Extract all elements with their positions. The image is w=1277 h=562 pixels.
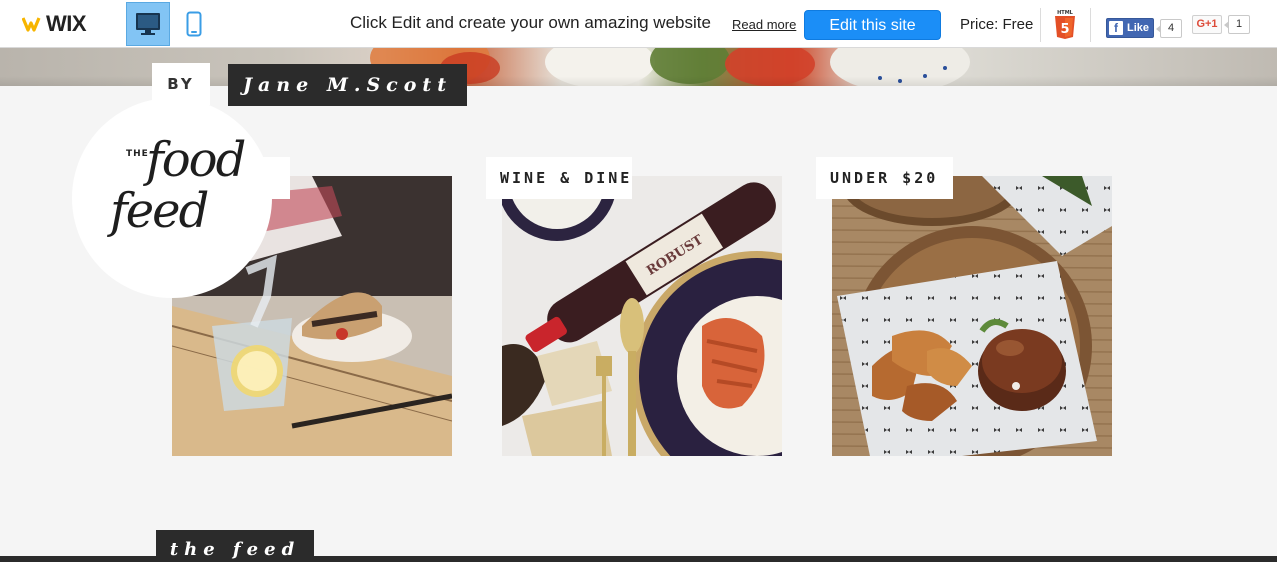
- food-feed-logo[interactable]: THE food feed: [72, 98, 272, 298]
- facebook-like-button[interactable]: f Like: [1106, 18, 1155, 38]
- wix-brand-text: WIX: [46, 11, 87, 36]
- svg-text:5: 5: [1060, 22, 1069, 37]
- logo-feed-text: feed: [110, 183, 209, 239]
- edit-this-site-button[interactable]: Edit this site: [804, 10, 941, 40]
- the-feed-heading[interactable]: the feed: [156, 530, 314, 562]
- burger-and-fries-photo: [832, 176, 1112, 456]
- wix-star-icon: [22, 17, 41, 32]
- price-label: Price: Free: [960, 16, 1034, 33]
- mobile-icon: [186, 11, 202, 37]
- google-plus-button[interactable]: G+1: [1192, 14, 1222, 34]
- desktop-icon: [136, 13, 160, 35]
- desktop-view-button[interactable]: [126, 2, 170, 46]
- google-plus-widget[interactable]: G+1 1: [1192, 14, 1250, 34]
- author-name[interactable]: Jane M.Scott: [228, 64, 467, 106]
- wine-and-pasta-photo: ROBUST: [502, 176, 782, 456]
- wix-logo[interactable]: WIX: [22, 11, 87, 36]
- facebook-like-widget[interactable]: f Like 4: [1106, 18, 1183, 38]
- category-card-under-20[interactable]: [832, 176, 1112, 456]
- facebook-like-label: Like: [1127, 22, 1150, 34]
- facebook-icon: f: [1109, 21, 1123, 35]
- divider: [1090, 8, 1091, 42]
- svg-text:HTML: HTML: [1057, 10, 1074, 16]
- wix-preview-bar: WIX Click Edit and create your own amazi…: [0, 0, 1277, 48]
- divider: [1040, 8, 1041, 42]
- facebook-like-count: 4: [1156, 18, 1183, 38]
- category-tag-wine-dine[interactable]: WINE & DINE: [486, 157, 632, 199]
- category-tag-under-20[interactable]: UNDER $20: [816, 157, 953, 199]
- logo-food-text: food: [146, 132, 246, 188]
- read-more-link[interactable]: Read more: [732, 17, 796, 32]
- promo-text: Click Edit and create your own amazing w…: [350, 13, 711, 32]
- html5-icon: HTML 5: [1055, 10, 1075, 39]
- mobile-view-button[interactable]: [172, 2, 216, 46]
- category-card-wine-dine[interactable]: ROBUST: [502, 176, 782, 456]
- google-plus-count: 1: [1224, 14, 1250, 34]
